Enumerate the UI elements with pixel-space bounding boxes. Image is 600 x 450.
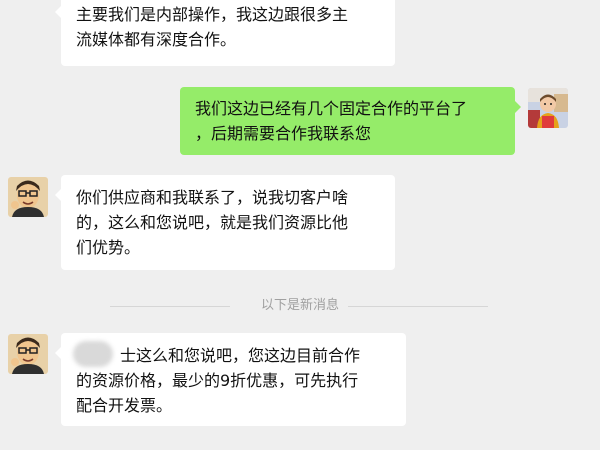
message-line: 你们供应商和我联系了，说我切客户啥 — [76, 188, 349, 207]
message-line: 主要我们是内部操作，我这边跟很多主 — [76, 5, 349, 24]
new-messages-label: 以下是新消息 — [260, 298, 339, 313]
message-line: 流媒体都有深度合作。 — [76, 30, 237, 49]
contact-avatar[interactable] — [8, 334, 48, 374]
self-avatar[interactable] — [528, 88, 568, 128]
contact-avatar[interactable] — [8, 177, 48, 217]
divider-rule-right — [348, 306, 488, 307]
cartoon-man-icon — [8, 177, 48, 217]
message-line: 们优势。 — [76, 238, 141, 257]
message-bubble-incoming[interactable]: 主要我们是内部操作，我这边跟很多主 流媒体都有深度合作。 — [55, 0, 395, 66]
message-bubble-incoming[interactable]: 士这么和您说吧，您这边目前合作 的资源价格，最少的9折优惠，可先执行 配合开发票… — [55, 333, 406, 426]
message-line: 我们这边已经有几个固定合作的平台了 — [195, 99, 468, 118]
message-line: 配合开发票。 — [76, 396, 173, 415]
cartoon-man-icon — [8, 334, 48, 374]
message-bubble-incoming[interactable]: 你们供应商和我联系了，说我切客户啥 的，这么和您说吧，就是我们资源比他 们优势。 — [55, 175, 395, 270]
message-line: ，后期需要合作我联系您 — [195, 124, 372, 143]
redacted-name-blur — [73, 341, 113, 367]
child-photo-icon — [528, 88, 568, 128]
message-bubble-outgoing[interactable]: 我们这边已经有几个固定合作的平台了 ，后期需要合作我联系您 — [180, 87, 521, 155]
new-messages-divider: 以下是新消息 — [0, 296, 600, 316]
message-line: 的资源价格，最少的9折优惠，可先执行 — [76, 371, 359, 390]
message-line: 士这么和您说吧，您这边目前合作 — [120, 346, 361, 365]
message-line: 的，这么和您说吧，就是我们资源比他 — [76, 213, 349, 232]
